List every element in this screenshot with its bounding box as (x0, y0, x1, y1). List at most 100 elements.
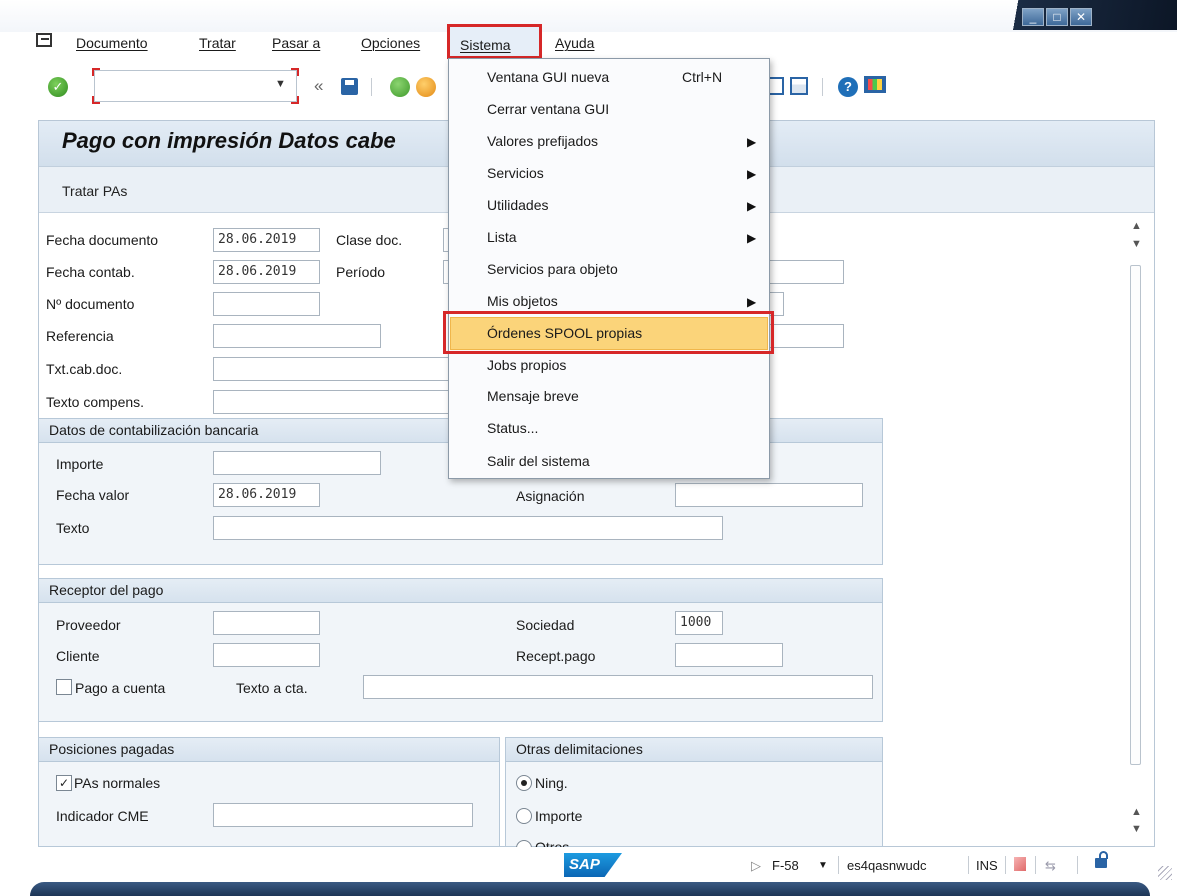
customize-layout-icon[interactable] (864, 76, 886, 93)
status-separator (1035, 856, 1036, 874)
importe-field[interactable] (213, 451, 381, 475)
fecha-contab-label: Fecha contab. (46, 264, 135, 280)
pas-normales-checkbox[interactable]: ✓ (56, 775, 72, 791)
no-documento-field[interactable] (213, 292, 320, 316)
texto-compens-field[interactable] (213, 390, 453, 414)
help-icon[interactable]: ? (838, 77, 858, 97)
resize-grip-icon[interactable] (1158, 866, 1172, 880)
field-focus-corner (291, 68, 299, 76)
enter-check-icon[interactable]: ✓ (48, 77, 68, 97)
tab-switch-icon[interactable]: ⇆ (1045, 858, 1056, 874)
insert-mode: INS (976, 858, 998, 873)
menu-jobs-propios[interactable]: Jobs propios (487, 357, 566, 373)
fecha-valor-field[interactable]: 28.06.2019 (213, 483, 320, 507)
proveedor-label: Proveedor (56, 617, 121, 633)
field-focus-corner (291, 96, 299, 104)
menu-ayuda[interactable]: Ayuda (555, 33, 594, 53)
submenu-arrow-icon: ▶ (747, 199, 757, 213)
menu-mensaje-breve[interactable]: Mensaje breve (487, 388, 579, 404)
radio-otros-clip: Otros (505, 836, 625, 847)
menu-cerrar-ventana-gui[interactable]: Cerrar ventana GUI (487, 101, 609, 117)
status-separator (968, 856, 969, 874)
paid-items-group: Posiciones pagadas (38, 737, 500, 847)
maximize-icon[interactable]: □ (1046, 8, 1068, 26)
pago-a-cuenta-checkbox[interactable] (56, 679, 72, 695)
asignacion-field[interactable] (675, 483, 863, 507)
menu-tratar[interactable]: Tratar (199, 33, 236, 53)
submenu-arrow-icon: ▶ (747, 231, 757, 245)
menu-utilidades[interactable]: Utilidades (487, 197, 548, 213)
command-dropdown-icon[interactable]: ▼ (275, 78, 286, 90)
texto-compens-label: Texto compens. (46, 394, 145, 410)
vertical-scrollbar-thumb[interactable] (1130, 265, 1141, 765)
texto-a-cta-field[interactable] (363, 675, 873, 699)
menu-ventana-gui-nueva[interactable]: Ventana GUI nueva (487, 69, 609, 85)
menu-servicios[interactable]: Servicios (487, 165, 544, 181)
new-session-icon[interactable] (790, 77, 808, 95)
no-documento-label: Nº documento (46, 296, 135, 312)
menu-documento[interactable]: Documento (76, 33, 148, 53)
menu-mis-objetos[interactable]: Mis objetos (487, 293, 558, 309)
menu-sistema[interactable]: Sistema (460, 35, 511, 55)
importe-label: Importe (56, 456, 104, 472)
lock-icon[interactable] (1095, 851, 1108, 868)
txt-cab-doc-label: Txt.cab.doc. (46, 361, 123, 377)
referencia-field[interactable] (213, 324, 381, 348)
scroll-down-icon[interactable]: ▼ (1131, 238, 1142, 250)
payee-group-header: Receptor del pago (39, 579, 882, 603)
menu-status[interactable]: Status... (487, 420, 538, 436)
server-name: es4qasnwudc (847, 858, 927, 873)
cliente-label: Cliente (56, 648, 100, 664)
sociedad-label: Sociedad (516, 617, 575, 633)
txt-cab-doc-field[interactable] (213, 357, 453, 381)
radio-importe[interactable] (516, 808, 532, 824)
collapse-icon[interactable]: « (314, 76, 323, 96)
menu-ordenes-spool-propias[interactable]: Órdenes SPOOL propias (487, 325, 642, 341)
field-focus-corner (92, 96, 100, 104)
save-icon[interactable] (341, 78, 358, 95)
exit-icon[interactable] (416, 77, 436, 97)
transaction-code: F-58 (772, 858, 799, 873)
menu-pasar-a[interactable]: Pasar a (272, 33, 320, 53)
menu-lista[interactable]: Lista (487, 229, 517, 245)
menu-salir-del-sistema[interactable]: Salir del sistema (487, 453, 590, 469)
status-indicator-icon (1014, 857, 1026, 871)
scroll-up-icon[interactable]: ▲ (1131, 220, 1142, 232)
radio-importe-label: Importe (535, 808, 583, 824)
field-focus-corner (92, 68, 100, 76)
texto-label: Texto (56, 520, 90, 536)
menu-valores-prefijados[interactable]: Valores prefijados (487, 133, 598, 149)
fecha-documento-field[interactable]: 28.06.2019 (213, 228, 320, 252)
transaction-dropdown-icon[interactable]: ▼ (818, 860, 828, 871)
indicador-cme-label: Indicador CME (56, 808, 149, 824)
back-icon[interactable] (390, 77, 410, 97)
scroll-up-icon[interactable]: ▲ (1131, 806, 1142, 818)
shortcut-ctrl-n: Ctrl+N (682, 69, 723, 85)
referencia-label: Referencia (46, 328, 114, 344)
texto-a-cta-label: Texto a cta. (236, 680, 308, 696)
radio-otros[interactable] (516, 840, 532, 847)
status-expand-icon[interactable]: ▷ (751, 858, 761, 874)
proveedor-field[interactable] (213, 611, 320, 635)
tratar-pas-button[interactable]: Tratar PAs (62, 183, 127, 199)
cliente-field[interactable] (213, 643, 320, 667)
fecha-contab-field[interactable]: 28.06.2019 (213, 260, 320, 284)
texto-field[interactable] (213, 516, 723, 540)
menu-exit-icon[interactable] (36, 33, 52, 47)
scroll-down-icon[interactable]: ▼ (1131, 823, 1142, 835)
menu-opciones[interactable]: Opciones (361, 33, 420, 53)
recept-pago-field[interactable] (675, 643, 783, 667)
hidden-field-right-1[interactable] (760, 260, 844, 284)
radio-ning-label: Ning. (535, 775, 568, 791)
menu-servicios-para-objeto[interactable]: Servicios para objeto (487, 261, 618, 277)
indicador-cme-field[interactable] (213, 803, 473, 827)
radio-ning[interactable] (516, 775, 532, 791)
pas-normales-label: PAs normales (74, 775, 161, 791)
command-field[interactable] (94, 70, 297, 102)
window-bottom-bar (30, 882, 1150, 896)
periodo-label: Período (336, 264, 386, 280)
close-icon[interactable]: ✕ (1070, 8, 1092, 26)
submenu-arrow-icon: ▶ (747, 295, 757, 309)
sociedad-field[interactable]: 1000 (675, 611, 723, 635)
minimize-icon[interactable]: _ (1022, 8, 1044, 26)
